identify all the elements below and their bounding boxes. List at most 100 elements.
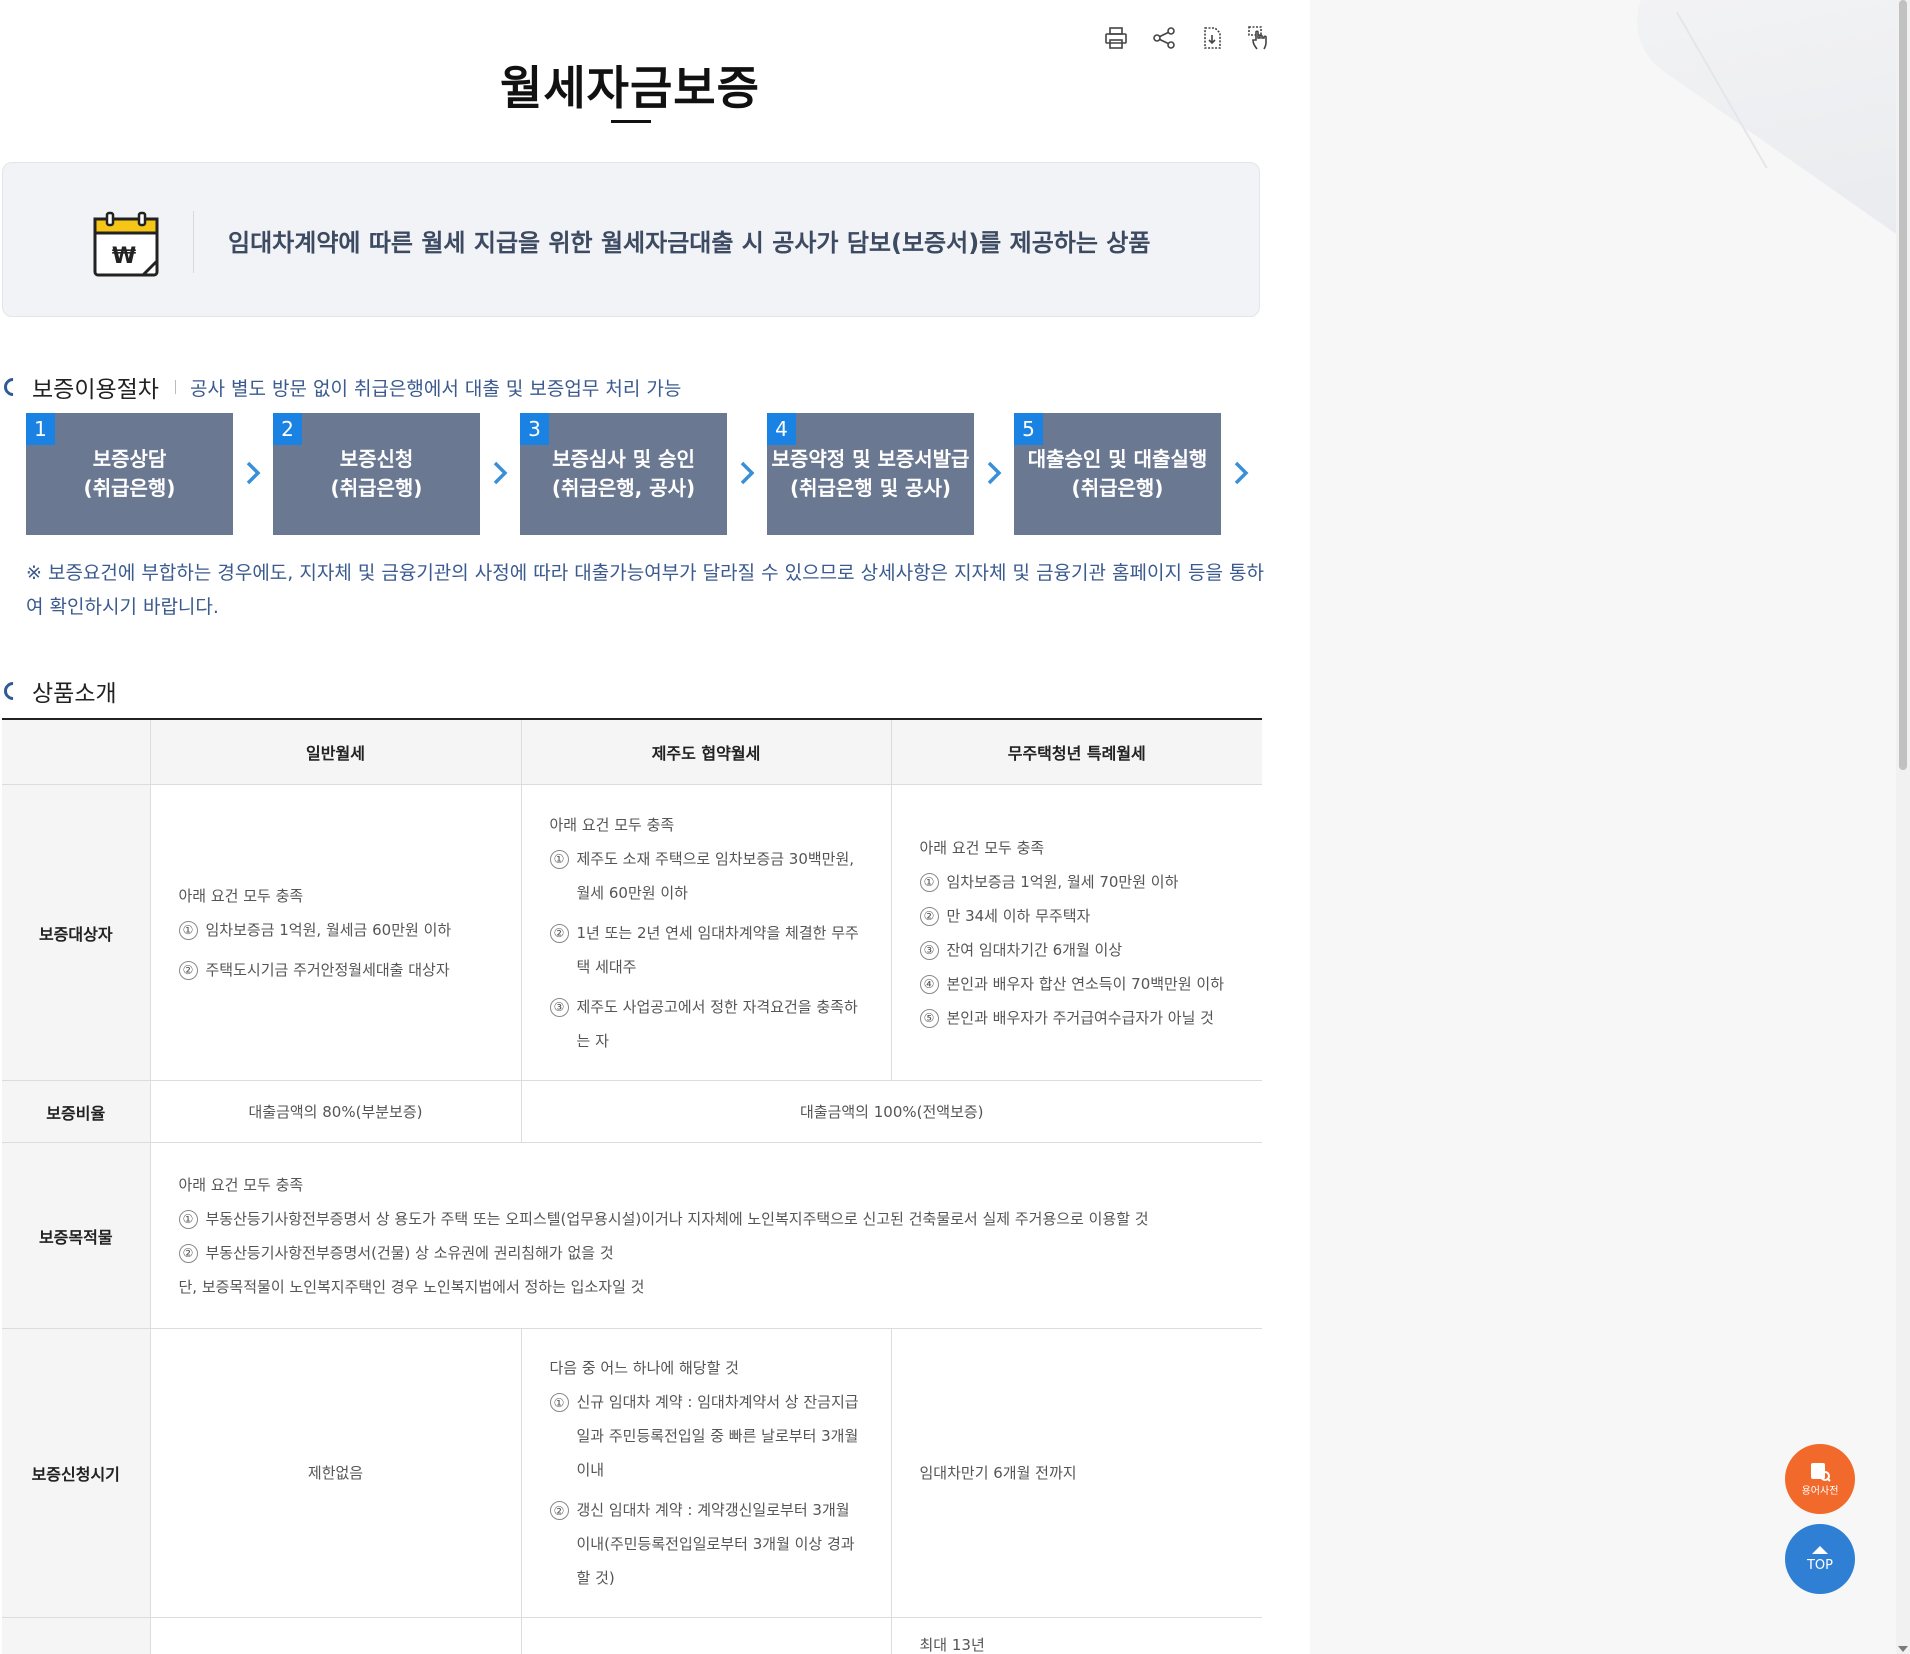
page-scrollbar[interactable] [1896, 0, 1910, 1654]
cell-target-youth: 아래 요건 모두 충족 ① 임차보증금 1억원, 월세 70만원 이하 ②만 34… [890, 784, 1262, 1081]
svg-text:₩: ₩ [112, 244, 136, 269]
table-row-ratio: 보증비율 대출금액의 80%(부분보증) 대출금액의 100%(전액보증) [2, 1080, 1262, 1143]
circled-number: ② [178, 960, 198, 980]
column-header: 무주택청년 특례월세 [890, 719, 1262, 785]
cell-target-general: 아래 요건 모두 충족 ① 임차보증금 1억원, 월세금 60만원 이하 ② 주택도… [149, 784, 521, 1081]
arrow-up-icon [1812, 1545, 1828, 1554]
cell-ratio-general: 대출금액의 80%(부분보증) [149, 1080, 521, 1143]
product-heading: 상품소개 [0, 674, 117, 708]
circled-number: ④ [919, 974, 939, 994]
condition-item: ① 임차보증금 1억원, 월세금 60만원 이하 [178, 913, 493, 947]
scroll-top-button[interactable]: TOP [1785, 1524, 1855, 1594]
circled-number: ② [919, 906, 939, 926]
procedure-steps: 1 보증상담 (취급은행) 2 보증신청 (취급은행) 3 보증심사 및 승인 … [26, 413, 1266, 535]
circled-number: ② [178, 1243, 198, 1263]
circled-number: ⑤ [919, 1008, 939, 1028]
step-number: 3 [520, 413, 549, 445]
condition-title: 아래 요건 모두 충족 [178, 886, 304, 905]
step-number: 5 [1014, 413, 1043, 445]
product-table: 일반월세 제주도 협약월세 무주택청년 특례월세 보증대상자 아래 요건 모두 … [2, 718, 1262, 1654]
step-label: 보증약정 및 보증서발급 [771, 447, 970, 471]
circled-number: ① [549, 1393, 569, 1412]
table-row-partial: 최대 13년 [2, 1617, 1262, 1654]
condition-title: 아래 요건 모두 충족 [919, 838, 1045, 857]
condition-title: 다음 중 어느 하나에 해당할 것 [549, 1359, 739, 1377]
collateral-note: 단, 보증목적물이 노인복지주택인 경우 노인복지법에서 정하는 입소자일 것 [178, 1277, 645, 1296]
column-header: 일반월세 [149, 719, 521, 785]
column-header: 제주도 협약월세 [520, 719, 891, 785]
circled-number: ③ [919, 940, 939, 960]
scrollbar-thumb[interactable] [1899, 0, 1907, 770]
cell-timing-general: 제한없음 [149, 1328, 521, 1618]
download-button[interactable] [1196, 20, 1228, 56]
condition-item: ① 제주도 소재 주택으로 임차보증금 30백만원, 월세 60만원 이하 [549, 842, 863, 910]
condition-item: ① 부동산등기사항전부증명서 상 용도가 주택 또는 오피스텔(업무용시설)이거나… [178, 1202, 1235, 1236]
step-5: 5 대출승인 및 대출실행 (취급은행) [1014, 413, 1221, 535]
chevron-right-icon [985, 457, 1003, 489]
cell-partial-youth: 최대 13년 [890, 1617, 1262, 1654]
procedure-title: 보증이용절차 [32, 377, 159, 403]
step-label: 보증상담 [92, 447, 167, 471]
circled-number: ② [549, 1501, 569, 1520]
cell-target-jeju: 아래 요건 모두 충족 ① 제주도 소재 주택으로 임차보증금 30백만원, 월세… [520, 784, 891, 1081]
step-2: 2 보증신청 (취급은행) [273, 413, 480, 535]
chevron-right-icon [244, 457, 262, 489]
step-number: 2 [273, 413, 302, 445]
table-row-collateral: 보증목적물 아래 요건 모두 충족 ① 부동산등기사항전부증명서 상 용도가 주택… [2, 1142, 1262, 1329]
row-header-empty [2, 1617, 150, 1654]
row-header: 보증비율 [2, 1080, 150, 1143]
step-number: 1 [26, 413, 55, 445]
step-sublabel: (취급은행) [330, 476, 423, 500]
page-title: 월세자금보증 [500, 61, 760, 115]
dictionary-icon [1811, 1462, 1831, 1482]
step-label: 보증신청 [339, 447, 414, 471]
cell-ratio-others: 대출금액의 100%(전액보증) [520, 1080, 1262, 1143]
step-3: 3 보증심사 및 승인 (취급은행, 공사) [520, 413, 727, 535]
condition-item: ③ 제주도 사업공고에서 정한 자격요건을 충족하는 자 [549, 990, 863, 1058]
section-bullet-icon [0, 678, 26, 704]
share-button[interactable] [1148, 20, 1180, 56]
chevron-right-icon [738, 457, 756, 489]
document-download-icon [1204, 27, 1221, 49]
dictionary-button[interactable]: 용어사전 [1785, 1444, 1855, 1514]
scroll-down-arrow-icon[interactable] [1898, 1646, 1908, 1652]
circled-number: ① [919, 872, 939, 892]
step-1: 1 보증상담 (취급은행) [26, 413, 233, 535]
row-header: 보증대상자 [2, 784, 150, 1081]
condition-title: 아래 요건 모두 충족 [178, 1175, 304, 1194]
step-sublabel: (취급은행 및 공사) [789, 476, 951, 500]
print-button[interactable] [1100, 20, 1132, 56]
main-content: 월세자금보증 ₩ 임대차계약에 따른 월세 지급을 위한 월세자금대출 시 공사… [0, 0, 1310, 1654]
condition-item: ② 1년 또는 2년 연세 임대차계약을 체결한 무주택 세대주 [549, 916, 863, 984]
top-label: TOP [1806, 1557, 1833, 1573]
intro-box: ₩ 임대차계약에 따른 월세 지급을 위한 월세자금대출 시 공사가 담보(보증… [2, 162, 1260, 317]
side-background [1310, 0, 1896, 1654]
table-header-empty [2, 719, 150, 785]
condition-item: ② 부동산등기사항전부증명서(건물) 상 소유권에 권리침해가 없을 것 [178, 1236, 1235, 1270]
share-icon [1153, 27, 1175, 49]
condition-item: ②만 34세 이하 무주택자 [919, 899, 1235, 933]
condition-title: 아래 요건 모두 충족 [549, 815, 675, 834]
step-4: 4 보증약정 및 보증서발급 (취급은행 및 공사) [767, 413, 974, 535]
title-underline [611, 120, 651, 123]
gesture-button[interactable] [1244, 20, 1276, 56]
cell-partial-jeju [520, 1617, 891, 1654]
condition-item: ⑤ 본인과 배우자가 주거급여수급자가 아닐 것 [919, 1001, 1235, 1035]
circled-number: ① [549, 849, 569, 869]
table-header-row: 일반월세 제주도 협약월세 무주택청년 특례월세 [2, 719, 1262, 785]
condition-item: ④ 본인과 배우자 합산 연소득이 70백만원 이하 [919, 967, 1235, 1001]
circled-number: ① [178, 920, 198, 940]
dictionary-label: 용어사전 [1801, 1485, 1839, 1497]
circled-number: ① [178, 1209, 198, 1229]
cell-timing-jeju: 다음 중 어느 하나에 해당할 것 ① 신규 임대차 계약 : 임대차계약서 상 … [520, 1328, 891, 1618]
circled-number: ③ [549, 997, 569, 1017]
cell-timing-youth: 임대차만기 6개월 전까지 [890, 1328, 1262, 1618]
step-sublabel: (취급은행) [1071, 476, 1164, 500]
calendar-won-icon: ₩ [93, 211, 159, 277]
intro-divider [193, 211, 194, 273]
step-sublabel: (취급은행) [83, 476, 176, 500]
row-header: 보증신청시기 [2, 1328, 150, 1618]
heading-separator [174, 380, 176, 394]
condition-item: ② 주택도시기금 주거안정월세대출 대상자 [178, 953, 493, 987]
print-icon [1105, 27, 1127, 49]
